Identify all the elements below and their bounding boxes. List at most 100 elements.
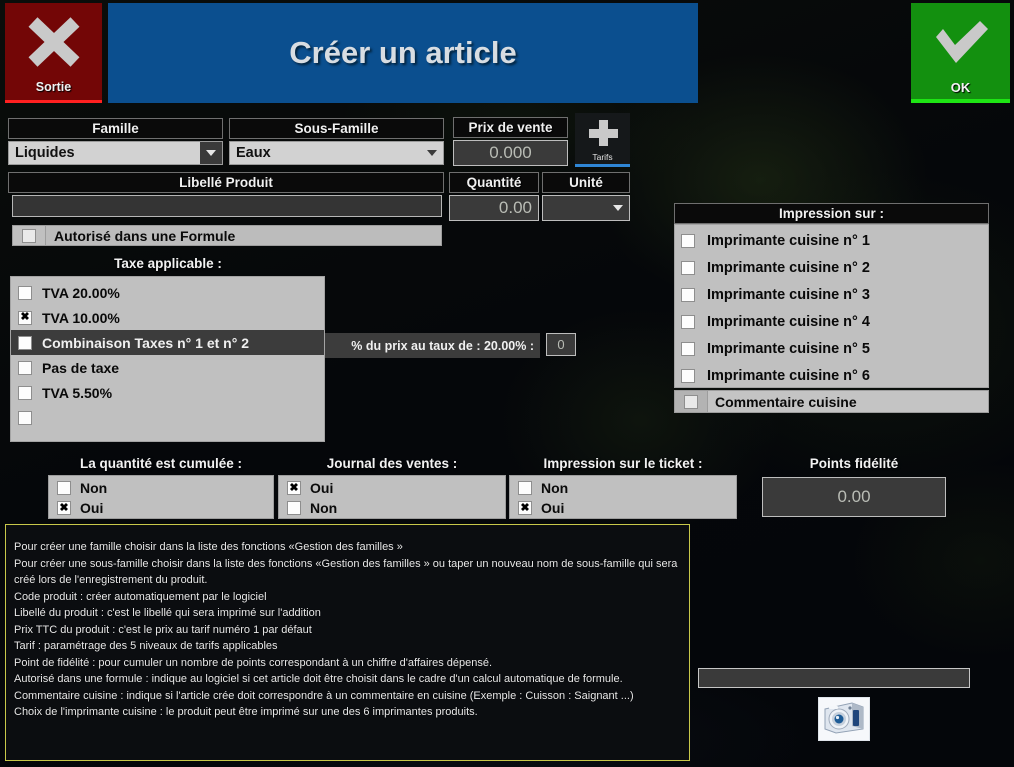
printer-row[interactable]: Imprimante cuisine n° 3	[675, 281, 988, 308]
help-line: Pour créer une sous-famille choisir dans…	[14, 557, 678, 587]
camera-icon	[822, 699, 866, 740]
impression-ticket-option[interactable]: ✖ Oui	[510, 498, 736, 518]
impression-ticket-non-checkbox[interactable]	[518, 481, 532, 495]
impression-ticket-option[interactable]: Non	[510, 478, 736, 498]
autorise-formule-checkbox[interactable]	[22, 228, 36, 243]
commentaire-cuisine-checkbox[interactable]	[684, 394, 698, 409]
page-title: Créer un article	[289, 35, 517, 70]
quantite-cumulee-option[interactable]: Non	[49, 478, 273, 498]
printer-row[interactable]: Imprimante cuisine n° 5	[675, 335, 988, 362]
journal-ventes-caption: Journal des ventes :	[326, 456, 458, 471]
printer-row[interactable]: Imprimante cuisine n° 2	[675, 254, 988, 281]
libelle-produit-input[interactable]	[12, 195, 442, 217]
combinaison-rate-label: % du prix au taux de : 20.00% :	[325, 333, 540, 358]
printer-checkbox[interactable]	[681, 314, 695, 329]
exit-button-label: Sortie	[35, 80, 72, 94]
impression-ticket-oui-checkbox[interactable]: ✖	[518, 501, 532, 515]
points-fidelite-caption: Points fidélité	[809, 456, 899, 471]
taxe-label: Pas de taxe	[42, 359, 120, 376]
quantite-header: Quantité	[449, 172, 539, 193]
help-line: Autorisé dans une formule : indique au l…	[14, 673, 623, 685]
autorise-formule-label: Autorisé dans une Formule	[46, 225, 442, 246]
photo-path-input[interactable]	[698, 668, 970, 688]
help-line: Commentaire cuisine : indique si l'artic…	[14, 689, 634, 702]
taxe-list: TVA 20.00% ✖ TVA 10.00% Combinaison Taxe…	[10, 276, 325, 442]
quantite-cumulee-non-label: Non	[80, 480, 108, 496]
taxe-row[interactable]	[11, 405, 324, 430]
tarifs-button-label: Tarifs	[592, 152, 613, 162]
taxe-label: TVA 20.00%	[42, 284, 120, 301]
printer-checkbox[interactable]	[681, 287, 695, 302]
printer-row[interactable]: Imprimante cuisine n° 1	[675, 227, 988, 254]
chevron-down-icon[interactable]	[200, 142, 222, 164]
taxe-checkbox[interactable]	[18, 285, 32, 300]
printer-label: Imprimante cuisine n° 3	[707, 286, 870, 303]
unite-select[interactable]	[542, 195, 630, 221]
prix-de-vente-input[interactable]: 0.000	[453, 140, 568, 166]
points-fidelite-input[interactable]: 0.00	[762, 477, 946, 517]
close-x-icon	[5, 3, 102, 80]
famille-select[interactable]: Liquides	[8, 141, 223, 165]
journal-ventes-option[interactable]: ✖ Oui	[279, 478, 505, 498]
quantite-cumulee-option[interactable]: ✖ Oui	[49, 498, 273, 518]
quantite-cumulee-group: Non ✖ Oui	[48, 475, 274, 519]
printer-checkbox[interactable]	[681, 341, 695, 356]
taxe-checkbox[interactable]: ✖	[18, 310, 32, 325]
taxe-row[interactable]: Pas de taxe	[11, 355, 324, 380]
commentaire-cuisine-checkbox-cell[interactable]	[674, 390, 708, 413]
journal-ventes-non-checkbox[interactable]	[287, 501, 301, 515]
help-line: Prix TTC du produit : c'est le prix au t…	[14, 623, 312, 636]
printer-checkbox[interactable]	[681, 260, 695, 275]
printer-checkbox[interactable]	[681, 368, 695, 383]
journal-ventes-option[interactable]: Non	[279, 498, 505, 518]
libelle-produit-header: Libellé Produit	[8, 172, 444, 193]
taxe-row-selected[interactable]: Combinaison Taxes n° 1 et n° 2	[11, 330, 324, 355]
taxe-checkbox[interactable]	[18, 360, 32, 375]
chevron-down-icon[interactable]	[421, 142, 443, 164]
unite-header: Unité	[542, 172, 630, 193]
combinaison-rate-input[interactable]: 0	[546, 333, 576, 356]
ok-button-label: OK	[950, 80, 971, 95]
taxe-row[interactable]: TVA 20.00%	[11, 280, 324, 305]
impression-ticket-caption: Impression sur le ticket :	[543, 456, 703, 471]
printer-label: Imprimante cuisine n° 1	[707, 232, 870, 249]
impression-sur-header: Impression sur :	[674, 203, 989, 224]
quantite-cumulee-non-checkbox[interactable]	[57, 481, 71, 495]
taxe-checkbox[interactable]	[18, 385, 32, 400]
taxe-label: Combinaison Taxes n° 1 et n° 2	[42, 334, 249, 351]
autorise-formule-row[interactable]: Autorisé dans une Formule	[12, 225, 442, 246]
help-panel: Pour créer une famille choisir dans la l…	[5, 524, 690, 761]
camera-button[interactable]	[818, 697, 870, 741]
taxe-row[interactable]: TVA 5.50%	[11, 380, 324, 405]
quantite-cumulee-oui-label: Oui	[80, 500, 104, 516]
commentaire-cuisine-label: Commentaire cuisine	[708, 390, 989, 413]
printer-row[interactable]: Imprimante cuisine n° 6	[675, 362, 988, 389]
chevron-down-icon[interactable]	[607, 196, 629, 220]
taxe-checkbox[interactable]	[18, 335, 32, 350]
prix-de-vente-header: Prix de vente	[453, 117, 568, 138]
tarifs-button[interactable]: Tarifs	[575, 113, 630, 167]
quantite-cumulee-oui-checkbox[interactable]: ✖	[57, 501, 71, 515]
printer-label: Imprimante cuisine n° 4	[707, 313, 870, 330]
quantite-cumulee-caption: La quantité est cumulée :	[79, 456, 243, 471]
famille-header: Famille	[8, 118, 223, 139]
ok-button[interactable]: OK	[911, 3, 1010, 103]
sous-famille-select[interactable]: Eaux	[229, 141, 444, 165]
journal-ventes-group: ✖ Oui Non	[278, 475, 506, 519]
printer-label: Imprimante cuisine n° 5	[707, 340, 870, 357]
quantite-input[interactable]: 0.00	[449, 195, 539, 221]
taxe-row[interactable]: ✖ TVA 10.00%	[11, 305, 324, 330]
printer-checkbox[interactable]	[681, 233, 695, 248]
help-line: Libellé du produit : c'est le libellé qu…	[14, 607, 321, 619]
sous-famille-header: Sous-Famille	[229, 118, 444, 139]
exit-button[interactable]: Sortie	[5, 3, 102, 103]
help-line: Point de fidélité : pour cumuler un nomb…	[14, 656, 493, 669]
journal-ventes-oui-checkbox[interactable]: ✖	[287, 481, 301, 495]
journal-ventes-oui-label: Oui	[310, 480, 334, 496]
taxe-label: TVA 5.50%	[42, 384, 113, 401]
autorise-formule-checkbox-cell[interactable]	[12, 225, 46, 246]
taxe-checkbox[interactable]	[18, 410, 32, 425]
printer-row[interactable]: Imprimante cuisine n° 4	[675, 308, 988, 335]
taxe-label: TVA 10.00%	[42, 309, 120, 326]
commentaire-cuisine-row[interactable]: Commentaire cuisine	[674, 390, 989, 413]
